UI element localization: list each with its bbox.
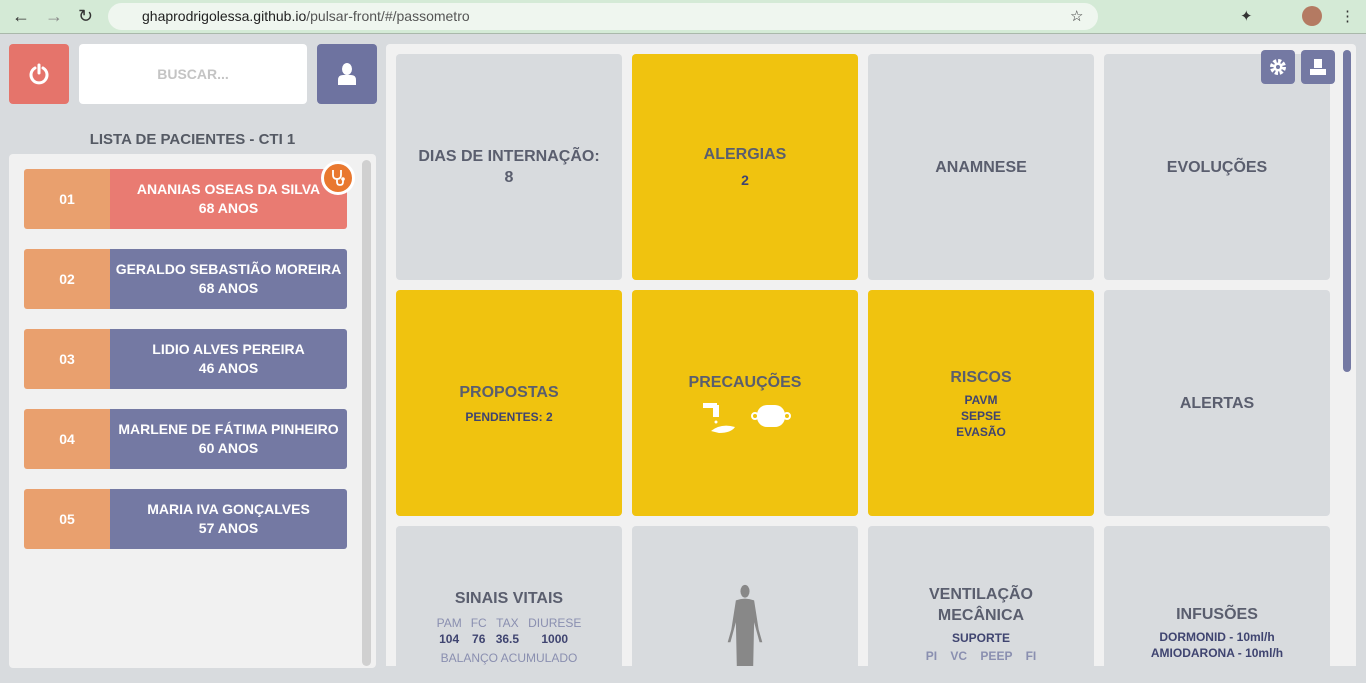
- patient-age: 57 ANOS: [198, 520, 259, 536]
- card-precaucoes[interactable]: PRECAUÇÕES: [632, 290, 858, 516]
- card-value: 8: [504, 169, 514, 186]
- page-footer-band: [386, 666, 1356, 683]
- reload-icon[interactable]: ↻: [78, 6, 93, 27]
- balanco-label: BALANÇO ACUMULADO: [440, 651, 578, 665]
- patient-number: 05: [24, 489, 110, 549]
- stethoscope-icon: [321, 161, 355, 195]
- print-icon: [1310, 59, 1326, 75]
- patient-item[interactable]: 01 ANANIAS OSEAS DA SILVA 68 ANOS: [24, 161, 355, 229]
- card-title: SINAIS VITAIS: [454, 590, 564, 607]
- card-subtitle: SUPORTE: [951, 631, 1010, 645]
- card-riscos[interactable]: RISCOS PAVM SEPSE EVASÃO: [868, 290, 1094, 516]
- card-title: ALERGIAS: [703, 145, 787, 163]
- card-title: INFUSÕES: [1176, 606, 1258, 623]
- card-title: ALERTAS: [1179, 394, 1255, 412]
- vent-params: PI VC PEEP FI: [925, 649, 1037, 663]
- card-alertas[interactable]: ALERTAS: [1104, 290, 1330, 516]
- settings-button[interactable]: [1261, 50, 1295, 84]
- url-host: ghaprodrigolessa.github.io: [142, 8, 307, 24]
- forward-icon[interactable]: →: [45, 6, 63, 27]
- patient-name: GERALDO SEBASTIÃO MOREIRA: [115, 261, 342, 277]
- patient-name: MARIA IVA GONÇALVES: [147, 501, 310, 517]
- patient-item[interactable]: 05 MARIA IVA GONÇALVES 57 ANOS: [24, 489, 347, 549]
- power-icon: [29, 63, 49, 85]
- vital-label: TAX: [496, 616, 519, 630]
- vital-label: PAM: [436, 616, 462, 630]
- vital-value: 104: [439, 632, 460, 646]
- card-alergias[interactable]: ALERGIAS 2: [632, 54, 858, 280]
- risk-item: EVASÃO: [956, 424, 1006, 439]
- patient-number: 03: [24, 329, 110, 389]
- vital-value: 36.5: [495, 632, 520, 646]
- patient-list-title: LISTA DE PACIENTES - CTI 1: [89, 131, 296, 148]
- infusion-item: DORMONID - 10ml/h: [1159, 630, 1275, 644]
- card-propostas[interactable]: PROPOSTAS PENDENTES: 2: [396, 290, 622, 516]
- mask-icon: [751, 405, 791, 427]
- star-icon[interactable]: ☆: [1070, 7, 1083, 25]
- patient-age: 68 ANOS: [198, 280, 259, 296]
- patient-name: MARLENE DE FÁTIMA PINHEIRO: [118, 421, 339, 437]
- card-value: 2: [741, 171, 749, 188]
- user-icon: [338, 63, 356, 85]
- user-button[interactable]: [317, 44, 377, 104]
- card-title: EVOLUÇÕES: [1166, 158, 1268, 176]
- patient-item[interactable]: 03 LIDIO ALVES PEREIRA 46 ANOS: [24, 329, 347, 389]
- card-infusoes[interactable]: INFUSÕES DORMONID - 10ml/h AMIODARONA - 10…: [1104, 526, 1330, 668]
- extensions-icon[interactable]: ✦: [1240, 7, 1253, 25]
- patient-name: LIDIO ALVES PEREIRA: [152, 341, 305, 357]
- logout-button[interactable]: [9, 44, 69, 104]
- vital-label: DIURESE: [528, 616, 582, 630]
- risk-item: SEPSE: [960, 408, 1001, 423]
- human-body-icon: [727, 584, 763, 666]
- patient-list-scrollbar[interactable]: [362, 160, 371, 666]
- card-sinais-vitais[interactable]: SINAIS VITAIS PAM FC TAX DIURESE 104 76 36.5 1…: [396, 526, 622, 668]
- dashboard-scrollbar[interactable]: [1343, 50, 1351, 372]
- gear-icon: [1270, 59, 1286, 75]
- patient-item[interactable]: 02 GERALDO SEBASTIÃO MOREIRA 68 ANOS: [24, 249, 347, 309]
- patient-name: ANANIAS OSEAS DA SILVA: [136, 181, 321, 197]
- search-input[interactable]: [79, 44, 307, 104]
- risk-item: PAVM: [964, 392, 998, 407]
- card-body-map[interactable]: [632, 526, 858, 668]
- address-bar[interactable]: ghaprodrigolessa.github.io/pulsar-front/…: [108, 3, 1098, 30]
- card-subtitle: PENDENTES: 2: [465, 409, 553, 424]
- menu-icon[interactable]: ⋮: [1340, 7, 1355, 25]
- card-title: VENTILAÇÃO MECÂNICA: [929, 586, 1033, 624]
- vital-value: 76: [472, 632, 486, 646]
- print-button[interactable]: [1301, 50, 1335, 84]
- patient-dashboard: DIAS DE INTERNAÇÃO: 8 ALERGIAS 2 ANAMNESE …: [386, 44, 1356, 674]
- card-evolucoes[interactable]: EVOLUÇÕES: [1104, 54, 1330, 280]
- card-title: ANAMNESE: [935, 158, 1027, 176]
- card-title: DIAS DE INTERNAÇÃO:: [418, 148, 600, 165]
- browser-toolbar: ← → ↻ ghaprodrigolessa.github.io/pulsar-…: [0, 0, 1366, 34]
- card-dias-internacao[interactable]: DIAS DE INTERNAÇÃO: 8: [396, 54, 622, 280]
- url-path: /pulsar-front/#/passometro: [306, 8, 470, 24]
- patient-item[interactable]: 04 MARLENE DE FÁTIMA PINHEIRO 60 ANOS: [24, 409, 347, 469]
- hand-wash-icon: [703, 403, 735, 433]
- vital-label: FC: [470, 616, 487, 630]
- card-anamnese[interactable]: ANAMNESE: [868, 54, 1094, 280]
- card-ventilacao[interactable]: VENTILAÇÃO MECÂNICA SUPORTE PI VC PEEP FI: [868, 526, 1094, 668]
- patient-age: 46 ANOS: [198, 360, 259, 376]
- card-title: RISCOS: [950, 368, 1012, 386]
- back-icon[interactable]: ←: [12, 6, 30, 27]
- patient-number: 01: [24, 169, 110, 229]
- patient-number: 02: [24, 249, 110, 309]
- patient-age: 68 ANOS: [198, 200, 259, 216]
- card-title: PRECAUÇÕES: [688, 374, 802, 391]
- patient-number: 04: [24, 409, 110, 469]
- vital-value: 1000: [541, 632, 569, 646]
- patient-age: 60 ANOS: [198, 440, 259, 456]
- card-title: PROPOSTAS: [459, 383, 559, 401]
- infusion-item: AMIODARONA - 10ml/h: [1150, 646, 1284, 660]
- avatar[interactable]: [1302, 6, 1322, 26]
